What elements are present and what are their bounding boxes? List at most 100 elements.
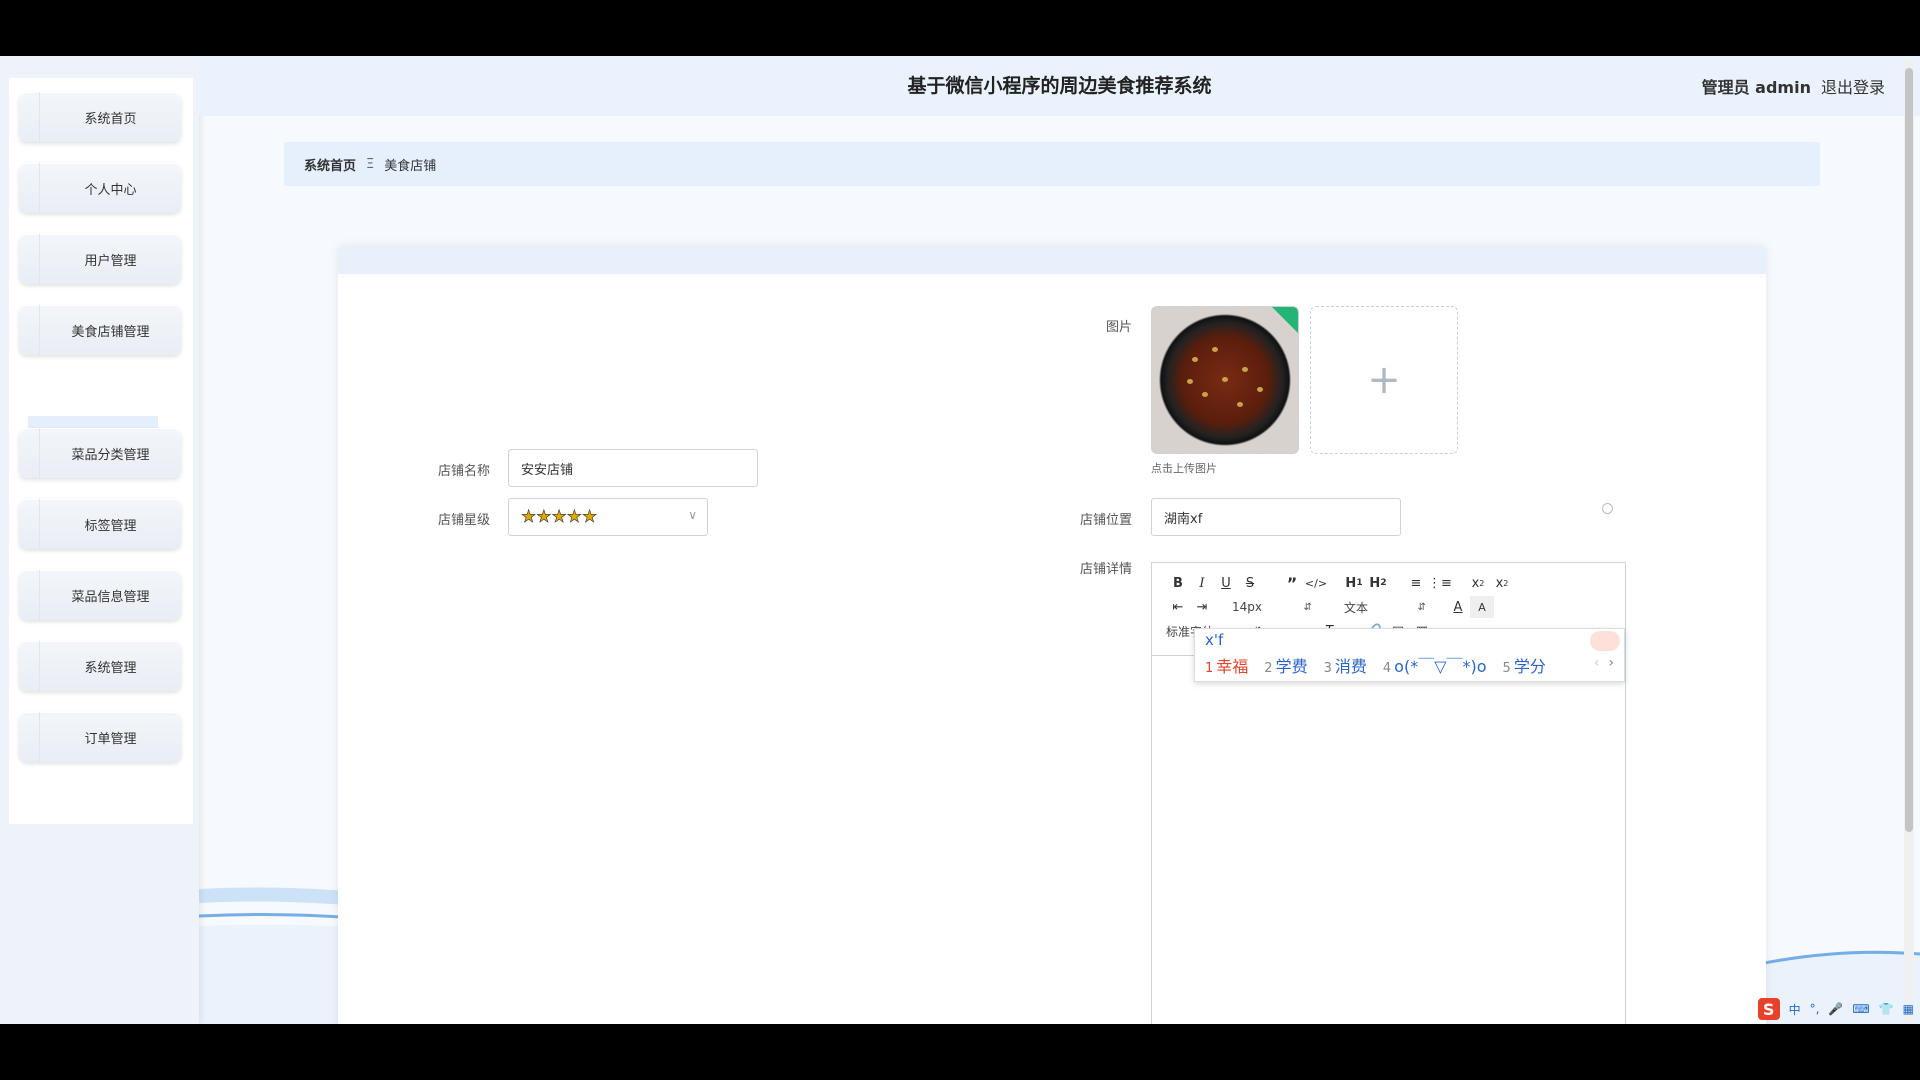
subscript-icon[interactable]: x2 bbox=[1466, 572, 1490, 594]
toolbox-icon[interactable]: ▦ bbox=[1903, 1002, 1914, 1016]
ime-candidate[interactable]: 1 幸福 bbox=[1205, 653, 1248, 677]
food-detail bbox=[1212, 347, 1218, 352]
ime-composition: x'f bbox=[1205, 631, 1224, 649]
sidebar-item-orders[interactable]: 订单管理 bbox=[19, 712, 181, 762]
punctuation-icon[interactable]: °, bbox=[1810, 1002, 1820, 1016]
ime-candidate-number: 1 bbox=[1205, 661, 1214, 676]
current-user-label: 管理员 admin bbox=[1701, 78, 1811, 97]
ime-candidate-text: 学分 bbox=[1513, 657, 1546, 676]
heading-2-icon[interactable]: H2 bbox=[1366, 572, 1390, 594]
shop-name-input[interactable]: 安安店铺 bbox=[508, 449, 758, 487]
ime-candidate-popup: x'f 1 幸福 2 学费 3 消费 4 o(*￣▽￣*)o 5 学分 ‹ › bbox=[1194, 628, 1625, 682]
sidebar-item-label: 菜品信息管理 bbox=[39, 570, 181, 620]
breadcrumb-current: 美食店铺 bbox=[384, 158, 437, 174]
food-detail bbox=[1257, 387, 1263, 392]
sidebar-item-label: 菜品分类管理 bbox=[39, 428, 181, 478]
ime-candidate-number: 3 bbox=[1323, 661, 1332, 676]
breadcrumb-separator: Ξ bbox=[366, 156, 375, 172]
star-icon: ★ bbox=[536, 507, 552, 528]
app-screen: 系统首页 个人中心 用户管理 美食店铺管理 美食店铺 菜品分类管理 标签管理 菜… bbox=[0, 56, 1920, 1024]
breadcrumb-home-link[interactable]: 系统首页 bbox=[304, 155, 356, 174]
indent-icon[interactable]: ⇥ bbox=[1190, 596, 1214, 618]
sidebar-item-tags[interactable]: 标签管理 bbox=[19, 499, 181, 549]
chevron-right-icon[interactable]: › bbox=[1608, 655, 1614, 671]
sidebar-item-users[interactable]: 用户管理 bbox=[19, 234, 181, 284]
font-size-value: 14px bbox=[1232, 600, 1262, 614]
ime-candidate[interactable]: 5 学分 bbox=[1503, 653, 1546, 677]
italic-icon[interactable]: I bbox=[1190, 572, 1214, 594]
shop-rating-label: 店铺星级 bbox=[437, 513, 490, 528]
sidebar-item-shops[interactable]: 美食店铺管理 bbox=[19, 305, 181, 355]
toolbar-row-2: ⇤ ⇥ 14px ⇵ 文本 ⇵ A A bbox=[1166, 595, 1494, 619]
superscript-icon[interactable]: x2 bbox=[1490, 572, 1514, 594]
strikethrough-icon[interactable]: S bbox=[1238, 572, 1262, 594]
sidebar-item-label: 个人中心 bbox=[39, 163, 181, 213]
food-detail bbox=[1237, 402, 1243, 407]
food-detail bbox=[1192, 357, 1198, 362]
ime-candidate-number: 5 bbox=[1502, 661, 1511, 676]
shop-location-input[interactable]: 湖南xf bbox=[1151, 498, 1401, 536]
ime-candidate[interactable]: 4 o(*￣▽￣*)o bbox=[1383, 653, 1487, 677]
ordered-list-icon[interactable]: ≡ bbox=[1404, 572, 1428, 594]
picture-label: 图片 bbox=[1105, 320, 1132, 335]
code-block-icon[interactable]: </> bbox=[1304, 572, 1328, 594]
ime-candidate-text: 幸福 bbox=[1216, 657, 1249, 676]
chevron-down-icon: ∨ bbox=[688, 508, 697, 522]
microphone-icon[interactable]: 🎤 bbox=[1828, 1002, 1843, 1016]
sidebar-item-label: 标签管理 bbox=[39, 499, 181, 549]
sidebar-item-label: 订单管理 bbox=[39, 712, 181, 762]
app-title: 基于微信小程序的周边美食推荐系统 bbox=[907, 75, 1212, 97]
breadcrumb: 系统首页 Ξ 美食店铺 bbox=[284, 142, 1820, 186]
block-type-select[interactable]: 文本 ⇵ bbox=[1344, 599, 1426, 616]
clear-icon[interactable] bbox=[1602, 503, 1613, 514]
chevron-left-icon[interactable]: ‹ bbox=[1594, 655, 1600, 671]
page-scrollbar[interactable] bbox=[1904, 60, 1914, 1022]
sidebar-item-label: 用户管理 bbox=[39, 234, 181, 284]
select-arrows-icon: ⇵ bbox=[1303, 601, 1312, 613]
font-size-select[interactable]: 14px ⇵ bbox=[1232, 600, 1312, 614]
sidebar-item-label: 美食店铺管理 bbox=[39, 305, 181, 355]
upload-tip: 点击上传图片 bbox=[1151, 462, 1217, 475]
food-detail bbox=[1187, 379, 1193, 384]
ime-candidate-text: 消费 bbox=[1334, 657, 1367, 676]
sidebar-item-label: 系统首页 bbox=[39, 92, 181, 142]
ime-candidate[interactable]: 3 消费 bbox=[1324, 653, 1367, 677]
star-icon: ★ bbox=[521, 507, 537, 528]
keyboard-icon[interactable]: ⌨ bbox=[1852, 1002, 1869, 1016]
sidebar-item-profile[interactable]: 个人中心 bbox=[19, 163, 181, 213]
sogou-logo-icon[interactable]: S bbox=[1757, 998, 1780, 1020]
shop-rating-select[interactable]: ★★★★★ ∨ bbox=[508, 498, 708, 536]
top-header: 基于微信小程序的周边美食推荐系统 管理员 admin 退出登录 bbox=[199, 56, 1920, 116]
ime-candidate[interactable]: 2 学费 bbox=[1264, 653, 1307, 677]
ime-candidate-text: 学费 bbox=[1275, 657, 1308, 676]
skin-icon[interactable]: 👕 bbox=[1879, 1002, 1894, 1016]
background-color-icon[interactable]: A bbox=[1470, 596, 1494, 618]
blockquote-icon[interactable]: ” bbox=[1280, 572, 1304, 594]
logout-link[interactable]: 退出登录 bbox=[1821, 74, 1885, 98]
shop-location-label: 店铺位置 bbox=[1079, 513, 1132, 528]
ime-skin-icon bbox=[1590, 631, 1620, 651]
sidebar-item-system[interactable]: 系统管理 bbox=[19, 641, 181, 691]
sidebar-item-label: 系统管理 bbox=[39, 641, 181, 691]
scrollbar-thumb[interactable] bbox=[1905, 68, 1913, 832]
food-detail bbox=[1202, 392, 1208, 397]
uploaded-food-image[interactable] bbox=[1151, 306, 1299, 454]
outdent-icon[interactable]: ⇤ bbox=[1166, 596, 1190, 618]
toolbar-row-1: B I U S ” </> H1 H2 ≡ ⋮≡ x2 x2 bbox=[1166, 571, 1514, 595]
font-color-icon[interactable]: A bbox=[1446, 596, 1470, 618]
sidebar-item-home[interactable]: 系统首页 bbox=[19, 92, 181, 142]
bullet-list-icon[interactable]: ⋮≡ bbox=[1428, 572, 1452, 594]
star-rating: ★★★★★ bbox=[521, 507, 598, 528]
underline-icon[interactable]: U bbox=[1214, 572, 1238, 594]
heading-1-icon[interactable]: H1 bbox=[1342, 572, 1366, 594]
sidebar-item-dish-category[interactable]: 菜品分类管理 bbox=[19, 428, 181, 478]
bold-icon[interactable]: B bbox=[1166, 572, 1190, 594]
shop-name-label: 店铺名称 bbox=[437, 464, 490, 479]
add-image-button[interactable]: + bbox=[1310, 306, 1458, 454]
sidebar-item-dish-info[interactable]: 菜品信息管理 bbox=[19, 570, 181, 620]
ime-language-toggle[interactable]: 中 bbox=[1789, 1001, 1801, 1018]
ime-candidate-text: o(*￣▽￣*)o bbox=[1394, 657, 1487, 676]
ime-page-nav[interactable]: ‹ › bbox=[1594, 655, 1614, 671]
sidebar: 系统首页 个人中心 用户管理 美食店铺管理 美食店铺 菜品分类管理 标签管理 菜… bbox=[0, 56, 199, 1024]
header-user-area: 管理员 admin 退出登录 bbox=[1702, 56, 1885, 116]
